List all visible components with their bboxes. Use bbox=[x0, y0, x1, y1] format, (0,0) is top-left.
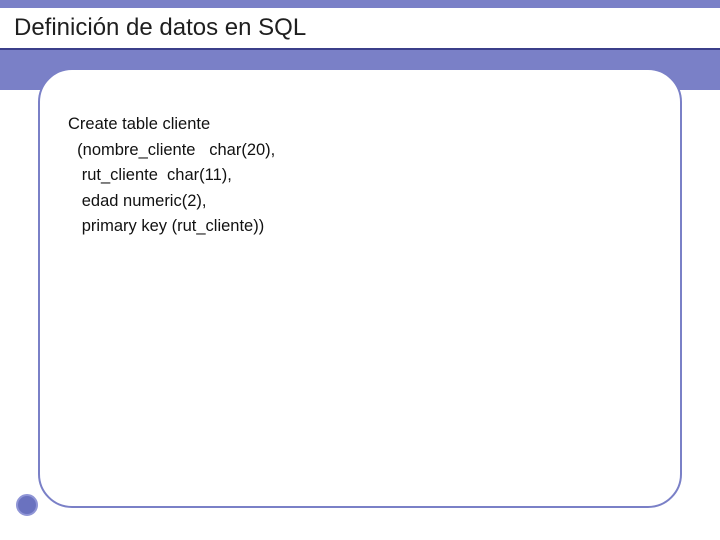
slide-title: Definición de datos en SQL bbox=[0, 8, 720, 50]
sql-code-block: Create table cliente (nombre_cliente cha… bbox=[68, 112, 648, 240]
accent-bullet-icon bbox=[16, 494, 38, 516]
title-underline bbox=[0, 48, 720, 50]
content-panel: Create table cliente (nombre_cliente cha… bbox=[38, 68, 682, 508]
slide-title-text: Definición de datos en SQL bbox=[14, 14, 306, 41]
